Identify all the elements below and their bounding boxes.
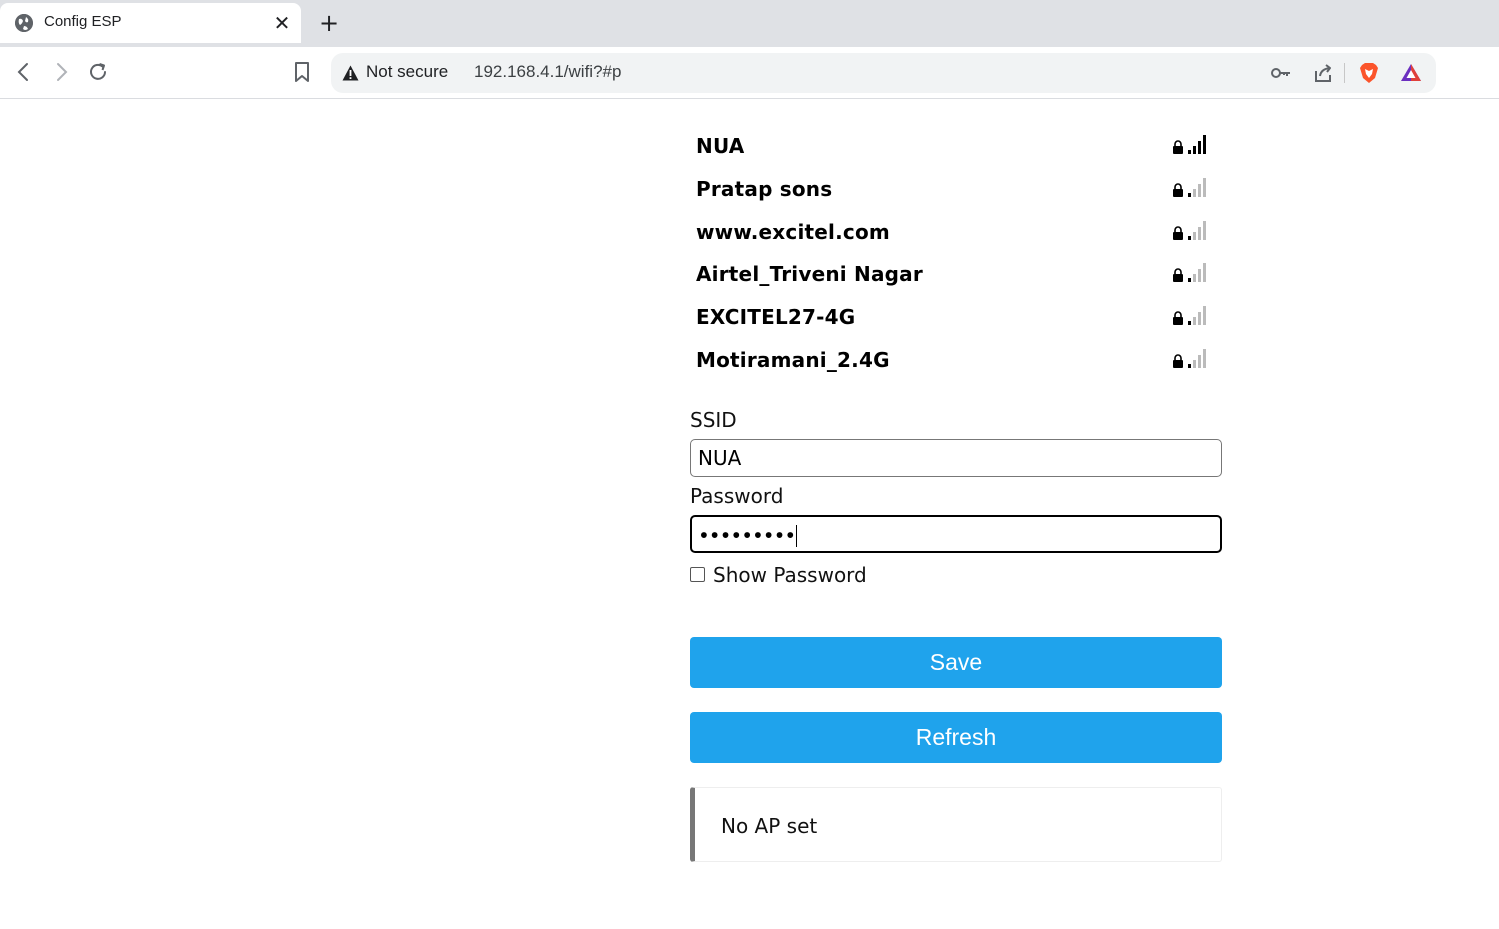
text-caret: [796, 524, 798, 547]
ssid-input[interactable]: NUA: [690, 439, 1222, 477]
signal-strength-icon: [1188, 135, 1206, 154]
lock-icon: [1173, 268, 1183, 282]
network-ssid[interactable]: www.excitel.com: [696, 220, 890, 244]
brave-shields-icon[interactable]: [1357, 61, 1381, 85]
network-item[interactable]: Airtel_Triveni Nagar: [696, 262, 1216, 292]
status-message: No AP set: [721, 814, 818, 838]
lock-icon: [1173, 311, 1183, 325]
address-bar[interactable]: Not secure 192.168.4.1/wifi?#p: [331, 53, 1436, 93]
security-status[interactable]: Not secure: [366, 62, 448, 82]
bookmark-icon[interactable]: [290, 60, 314, 84]
reload-icon[interactable]: [86, 60, 110, 84]
tab-title: Config ESP: [44, 13, 122, 30]
ssid-label: SSID: [690, 408, 737, 432]
show-password-label[interactable]: Show Password: [713, 563, 867, 587]
url-text[interactable]: 192.168.4.1/wifi?#p: [474, 62, 621, 82]
new-tab-icon[interactable]: +: [318, 11, 340, 35]
signal-strength-icon: [1188, 178, 1206, 197]
ssid-input-value: NUA: [698, 446, 742, 470]
tab-strip: Config ESP ✕ +: [0, 0, 1499, 47]
network-item[interactable]: www.excitel.com: [696, 220, 1216, 250]
password-input[interactable]: •••••••••: [690, 515, 1222, 553]
signal-strength-icon: [1188, 306, 1206, 325]
toolbar-separator: [1344, 63, 1345, 83]
signal-strength-icon: [1188, 349, 1206, 368]
lock-icon: [1173, 183, 1183, 197]
network-ssid[interactable]: EXCITEL27-4G: [696, 305, 855, 329]
share-icon[interactable]: [1311, 61, 1335, 85]
password-input-value: •••••••••: [698, 523, 796, 548]
network-item[interactable]: NUA: [696, 134, 1216, 164]
lock-icon: [1173, 354, 1183, 368]
save-button[interactable]: Save: [690, 637, 1222, 688]
network-item[interactable]: Pratap sons: [696, 177, 1216, 207]
warning-icon[interactable]: [342, 65, 359, 81]
browser-toolbar: Not secure 192.168.4.1/wifi?#p: [0, 47, 1499, 99]
back-icon[interactable]: [12, 60, 36, 84]
lock-icon: [1173, 226, 1183, 240]
globe-icon: [15, 14, 33, 32]
close-tab-icon[interactable]: ✕: [272, 13, 292, 33]
brave-rewards-icon[interactable]: [1399, 61, 1423, 85]
network-ssid[interactable]: Motiramani_2.4G: [696, 348, 890, 372]
network-ssid[interactable]: Airtel_Triveni Nagar: [696, 262, 923, 286]
status-message-box: No AP set: [690, 787, 1222, 862]
signal-strength-icon: [1188, 221, 1206, 240]
lock-icon: [1173, 140, 1183, 154]
network-ssid[interactable]: Pratap sons: [696, 177, 832, 201]
key-icon[interactable]: [1269, 61, 1293, 85]
refresh-button[interactable]: Refresh: [690, 712, 1222, 763]
show-password-checkbox[interactable]: [690, 567, 705, 582]
forward-icon[interactable]: [49, 60, 73, 84]
tab-config-esp[interactable]: Config ESP ✕: [0, 3, 301, 43]
password-label: Password: [690, 484, 784, 508]
network-ssid[interactable]: NUA: [696, 134, 744, 158]
network-item[interactable]: EXCITEL27-4G: [696, 305, 1216, 335]
network-item[interactable]: Motiramani_2.4G: [696, 348, 1216, 378]
signal-strength-icon: [1188, 263, 1206, 282]
